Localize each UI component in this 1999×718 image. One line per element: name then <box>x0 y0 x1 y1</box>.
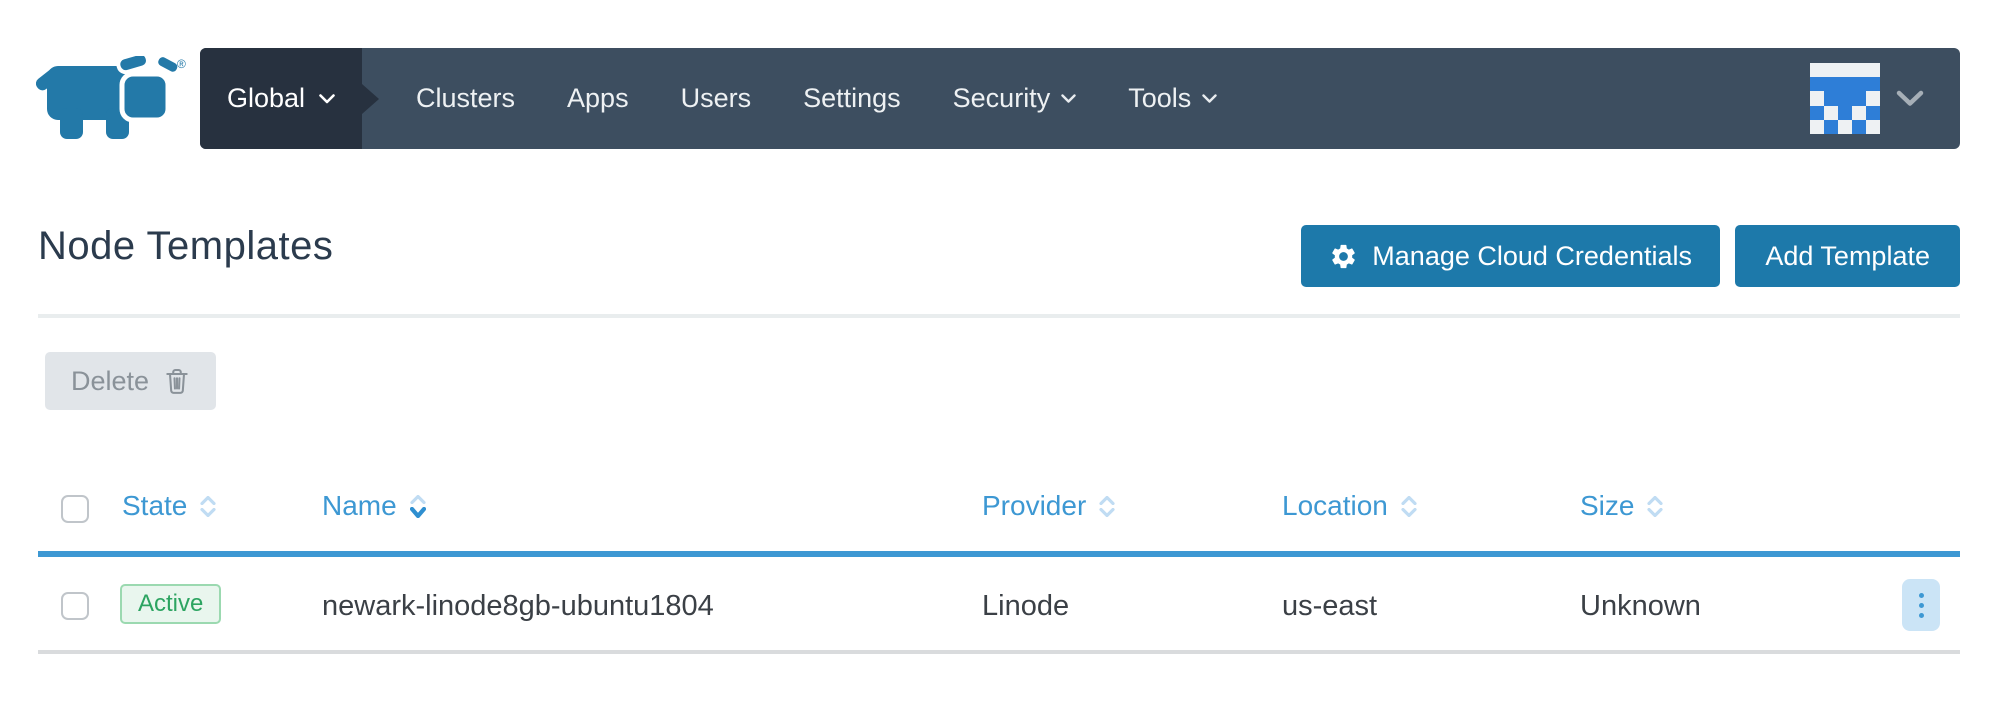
gear-icon <box>1329 242 1358 271</box>
nav-item-label: Tools <box>1128 83 1191 114</box>
row-checkbox[interactable] <box>61 592 89 620</box>
global-menu-label: Global <box>227 83 305 114</box>
manage-cloud-credentials-button[interactable]: Manage Cloud Credentials <box>1301 225 1720 287</box>
rancher-logo[interactable]: ® <box>36 56 186 140</box>
nav-item-apps[interactable]: Apps <box>541 48 655 149</box>
chevron-down-icon <box>319 94 335 104</box>
cell-location: us-east <box>1282 590 1377 623</box>
column-label: Location <box>1282 490 1388 522</box>
nav-item-label: Security <box>953 83 1051 114</box>
sort-icon <box>200 496 216 517</box>
table-header-rule <box>38 551 1960 557</box>
row-divider <box>38 650 1960 654</box>
delete-button[interactable]: Delete <box>45 352 216 410</box>
kebab-dot <box>1919 603 1924 608</box>
manage-cloud-credentials-label: Manage Cloud Credentials <box>1372 241 1692 272</box>
breadcrumb-arrow <box>362 84 379 114</box>
sort-icon <box>1099 496 1115 517</box>
node-templates-page: ® Global Clusters Apps Users Settings <box>0 0 1999 718</box>
add-template-button[interactable]: Add Template <box>1735 225 1960 287</box>
nav-item-tools[interactable]: Tools <box>1102 48 1243 149</box>
column-header-state[interactable]: State <box>122 490 216 522</box>
cell-name: newark-linode8gb-ubuntu1804 <box>322 590 714 623</box>
column-header-name[interactable]: Name <box>322 490 426 522</box>
rancher-cow-icon: ® <box>36 56 186 140</box>
global-menu[interactable]: Global <box>200 48 362 149</box>
user-avatar <box>1810 63 1880 135</box>
sort-icon <box>1401 496 1417 517</box>
nav-item-label: Users <box>681 83 752 114</box>
trash-icon <box>164 367 190 395</box>
page-title: Node Templates <box>38 224 333 269</box>
column-label: Name <box>322 490 397 522</box>
nav-item-users[interactable]: Users <box>655 48 778 149</box>
column-label: State <box>122 490 187 522</box>
svg-text:®: ® <box>177 57 186 71</box>
header-divider <box>38 314 1960 318</box>
delete-label: Delete <box>71 366 149 397</box>
top-navbar: Global Clusters Apps Users Settings Secu… <box>200 48 1960 149</box>
column-header-location[interactable]: Location <box>1282 490 1417 522</box>
chevron-down-icon <box>1896 90 1924 107</box>
column-label: Provider <box>982 490 1086 522</box>
column-header-size[interactable]: Size <box>1580 490 1663 522</box>
kebab-dot <box>1919 613 1924 618</box>
column-label: Size <box>1580 490 1634 522</box>
account-menu[interactable] <box>1810 63 1924 135</box>
nav-items: Clusters Apps Users Settings Security To… <box>390 48 1243 149</box>
cell-provider: Linode <box>982 590 1069 623</box>
nav-item-label: Settings <box>803 83 901 114</box>
sort-icon <box>1647 496 1663 517</box>
cell-size: Unknown <box>1580 590 1701 623</box>
chevron-down-icon <box>1202 94 1217 104</box>
nav-item-clusters[interactable]: Clusters <box>390 48 541 149</box>
nav-item-label: Clusters <box>416 83 515 114</box>
kebab-dot <box>1919 593 1924 598</box>
nav-item-label: Apps <box>567 83 629 114</box>
chevron-down-icon <box>1061 94 1076 104</box>
select-all-checkbox[interactable] <box>61 495 89 523</box>
status-badge: Active <box>120 584 221 624</box>
sort-icon-active-desc <box>410 495 426 518</box>
add-template-label: Add Template <box>1765 241 1930 272</box>
nav-item-settings[interactable]: Settings <box>777 48 927 149</box>
row-actions-menu-button[interactable] <box>1902 579 1940 631</box>
column-header-provider[interactable]: Provider <box>982 490 1115 522</box>
nav-item-security[interactable]: Security <box>927 48 1103 149</box>
